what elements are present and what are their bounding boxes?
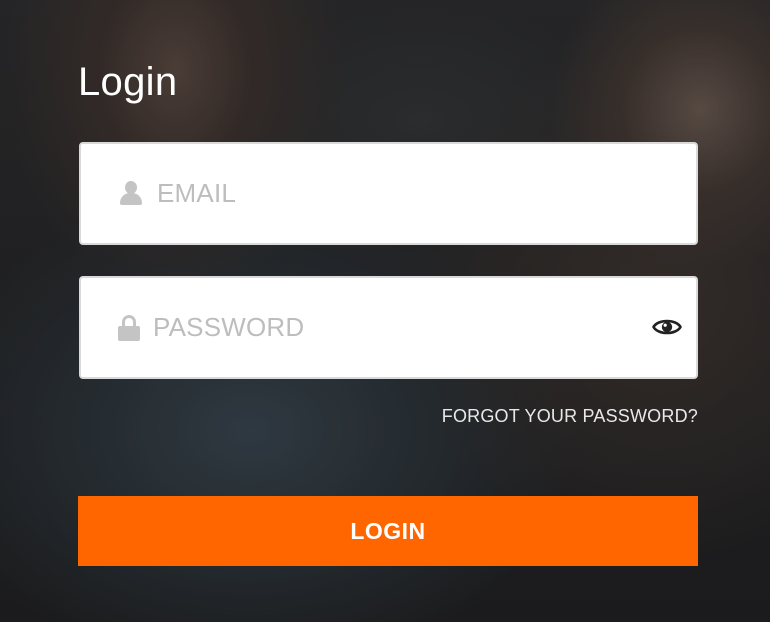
email-field[interactable] <box>79 142 698 245</box>
forgot-password-link[interactable]: FORGOT YOUR PASSWORD? <box>442 406 698 427</box>
login-button[interactable]: LOGIN <box>78 496 698 566</box>
lock-icon <box>118 315 140 341</box>
user-icon <box>119 181 143 207</box>
eye-icon[interactable] <box>652 314 682 340</box>
login-panel: Login FORGOT YOUR PASSWORD? LOGIN <box>0 0 770 622</box>
email-input[interactable] <box>157 144 676 243</box>
password-field[interactable] <box>79 276 698 379</box>
page-title: Login <box>78 60 178 104</box>
password-input[interactable] <box>153 278 636 377</box>
